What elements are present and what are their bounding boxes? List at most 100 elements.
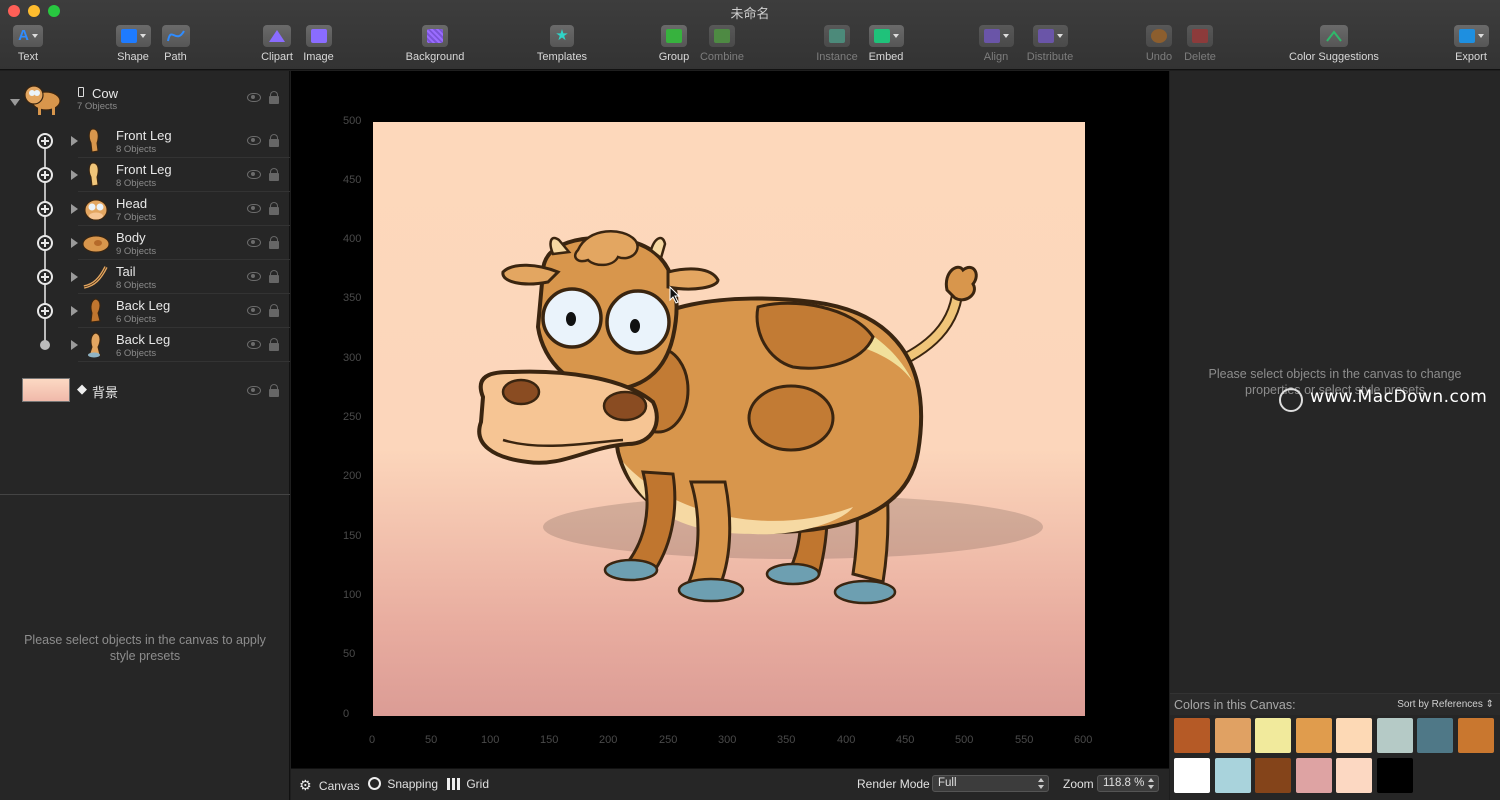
color-swatch[interactable] <box>1457 718 1494 753</box>
lock-icon[interactable] <box>269 134 279 147</box>
color-swatch[interactable] <box>1214 758 1251 793</box>
disclosure-triangle-icon[interactable] <box>10 99 20 106</box>
layer-object-count: 8 Objects <box>116 178 157 189</box>
distribute-tool-button[interactable]: Distribute <box>1024 25 1076 67</box>
color-swatch[interactable] <box>1174 718 1210 753</box>
color-swatch[interactable] <box>1336 758 1372 793</box>
add-circle-icon[interactable] <box>37 167 53 183</box>
disclosure-triangle-icon[interactable] <box>71 272 78 282</box>
color-suggestions-tool-face <box>1320 25 1348 47</box>
canvas-label: Canvas <box>318 779 360 793</box>
embed-tool-button[interactable]: Embed <box>866 25 906 67</box>
layer-row-front-leg-1[interactable]: Front Leg 8 Objects <box>0 124 290 158</box>
lock-icon[interactable] <box>269 304 279 317</box>
shape-tool-button[interactable]: Shape <box>112 25 154 67</box>
disclosure-triangle-icon[interactable] <box>71 136 78 146</box>
eye-icon[interactable] <box>247 238 261 247</box>
layer-name: Tail <box>116 264 136 279</box>
render-mode-select[interactable]: Full <box>932 775 1049 792</box>
export-tool-button[interactable]: Export <box>1450 25 1492 67</box>
group-tool-face <box>661 25 687 47</box>
text-tool-button[interactable]: A Text <box>8 25 48 67</box>
grid-toggle[interactable]: Grid <box>447 777 489 791</box>
disclosure-triangle-icon[interactable] <box>71 306 78 316</box>
zoom-select[interactable]: 118.8 % <box>1097 775 1159 792</box>
undo-tool-button[interactable]: Undo <box>1143 25 1175 67</box>
layer-row-tail[interactable]: Tail 8 Objects <box>0 260 290 294</box>
eye-icon[interactable] <box>247 306 261 315</box>
disclosure-triangle-icon[interactable] <box>71 238 78 248</box>
sort-dropdown[interactable]: Sort by References ⇕ <box>1397 699 1494 710</box>
align-tool-button[interactable]: Align <box>975 25 1017 67</box>
canvas-viewport[interactable]: 500 450 400 350 300 250 200 150 100 50 0… <box>291 71 1169 768</box>
ruler-tick-label: 400 <box>343 233 362 245</box>
templates-tool-button[interactable]: ★ Templates <box>534 25 590 67</box>
window-toolbar: 未命名 A Text Shape Path Clipart Image Back… <box>0 0 1500 70</box>
color-swatch[interactable] <box>1295 758 1332 793</box>
lock-icon[interactable] <box>269 270 279 283</box>
instance-tool-button[interactable]: Instance <box>813 25 861 67</box>
group-tool-button[interactable]: Group <box>656 25 692 67</box>
eye-icon[interactable] <box>247 340 261 349</box>
color-swatch[interactable] <box>1336 718 1372 753</box>
layer-row-background[interactable]: ◆ 背景 <box>0 373 290 409</box>
color-swatch[interactable] <box>1255 718 1291 753</box>
color-suggestions-tool-button[interactable]: Color Suggestions <box>1284 25 1384 67</box>
add-circle-icon[interactable] <box>37 133 53 149</box>
embed-icon <box>873 29 890 43</box>
delete-tool-button[interactable]: Delete <box>1182 25 1218 67</box>
add-circle-icon[interactable] <box>37 269 53 285</box>
ruler-tick-label: 300 <box>343 352 362 364</box>
path-tool-label: Path <box>164 51 187 63</box>
color-swatch[interactable] <box>1255 758 1291 793</box>
layer-row-body[interactable]: Body 9 Objects <box>0 226 290 260</box>
cow-illustration[interactable] <box>373 122 1085 716</box>
layer-row-head[interactable]: Head 7 Objects <box>0 192 290 226</box>
lock-icon[interactable] <box>269 91 279 104</box>
delete-icon <box>1192 29 1208 43</box>
background-tool-button[interactable]: Background <box>402 25 468 67</box>
color-swatch[interactable] <box>1214 718 1251 753</box>
ruler-tick-label: 350 <box>343 292 362 304</box>
ruler-tick-label: 500 <box>343 115 362 127</box>
color-swatch[interactable] <box>1376 718 1413 753</box>
snapping-toggle[interactable]: Snapping <box>368 777 438 791</box>
color-swatch[interactable] <box>1295 718 1332 753</box>
lock-icon[interactable] <box>269 168 279 181</box>
eye-icon[interactable] <box>247 386 261 395</box>
artboard[interactable] <box>373 122 1085 716</box>
layer-row-cow[interactable]: Cow 7 Objects <box>0 79 290 123</box>
color-swatch[interactable] <box>1376 758 1413 793</box>
ruler-tick-label: 0 <box>369 734 376 746</box>
updown-arrows-icon <box>1038 778 1045 789</box>
image-tool-button[interactable]: Image <box>302 25 335 67</box>
combine-tool-button[interactable]: Combine <box>697 25 747 67</box>
eye-icon[interactable] <box>247 136 261 145</box>
eye-icon[interactable] <box>247 204 261 213</box>
disclosure-triangle-icon[interactable] <box>71 340 78 350</box>
eye-icon[interactable] <box>247 272 261 281</box>
canvas-settings-button[interactable]: ⚙ Canvas <box>299 777 360 794</box>
lock-icon[interactable] <box>269 384 279 397</box>
path-tool-button[interactable]: Path <box>160 25 191 67</box>
add-circle-icon[interactable] <box>37 201 53 217</box>
lock-icon[interactable] <box>269 338 279 351</box>
lock-icon[interactable] <box>269 236 279 249</box>
add-circle-icon[interactable] <box>37 235 53 251</box>
clipart-tool-button[interactable]: Clipart <box>259 25 295 67</box>
disclosure-triangle-icon[interactable] <box>71 204 78 214</box>
eye-icon[interactable] <box>247 170 261 179</box>
layer-row-back-leg-1[interactable]: Back Leg 6 Objects <box>0 294 290 328</box>
layer-name: Body <box>116 230 146 245</box>
text-tool-face: A <box>13 25 43 47</box>
eye-icon[interactable] <box>247 93 261 102</box>
add-circle-icon[interactable] <box>37 303 53 319</box>
disclosure-triangle-icon[interactable] <box>71 170 78 180</box>
lock-icon[interactable] <box>269 202 279 215</box>
layer-row-front-leg-2[interactable]: Front Leg 8 Objects <box>0 158 290 192</box>
color-swatch[interactable] <box>1174 758 1210 793</box>
layer-row-back-leg-2[interactable]: Back Leg 6 Objects <box>0 328 290 362</box>
row-divider <box>78 361 290 362</box>
color-swatch[interactable] <box>1417 718 1453 753</box>
instance-tool-face <box>824 25 850 47</box>
